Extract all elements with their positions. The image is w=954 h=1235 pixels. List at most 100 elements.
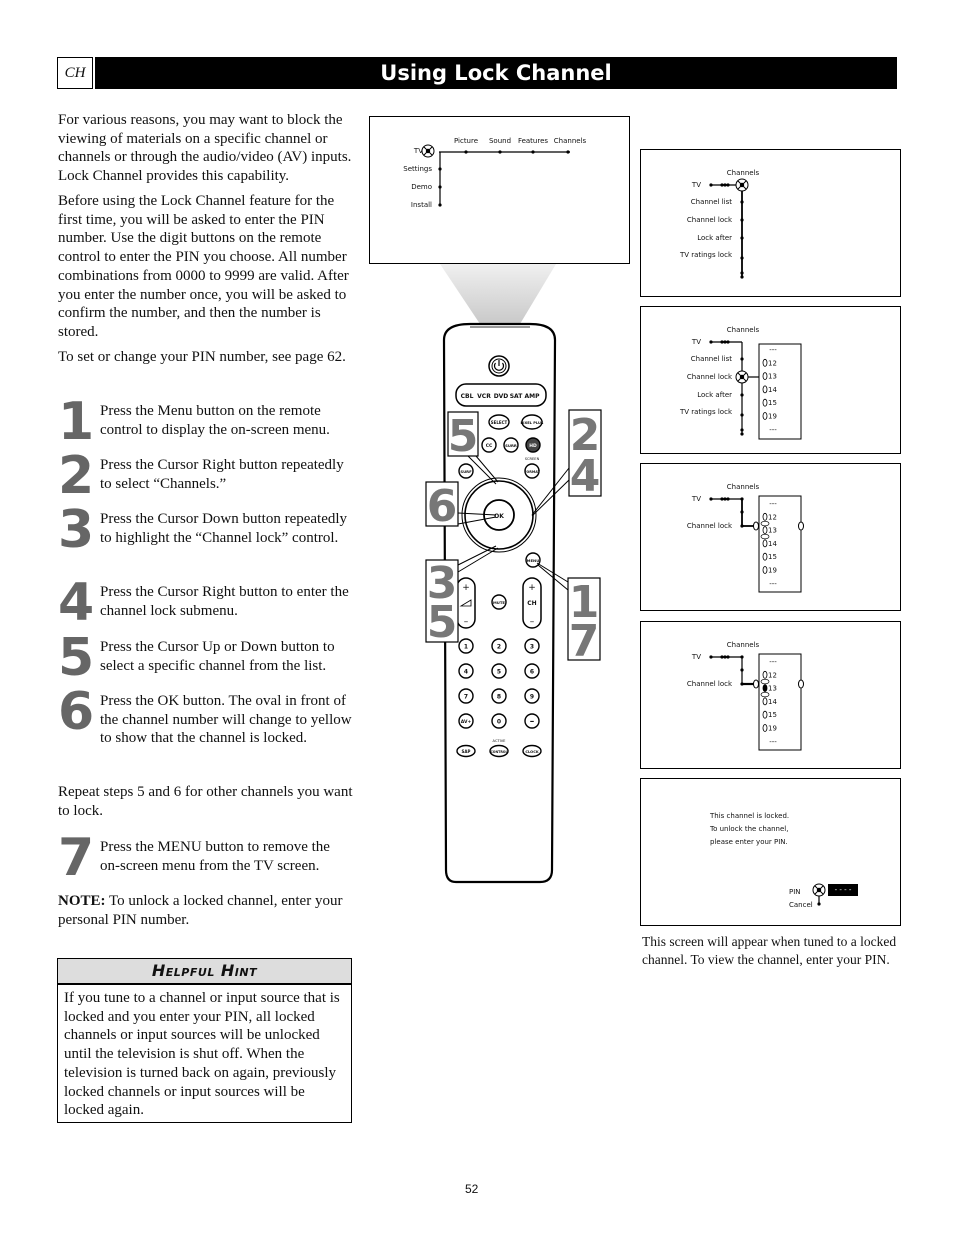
channel-lock-diagram: TV Channels Channel list Channel lock Lo…: [679, 326, 802, 440]
digit-0-button[interactable]: 0: [491, 713, 507, 729]
intro-paragraph: To set or change your PIN number, see pa…: [58, 349, 346, 365]
menu-root: TV: [413, 147, 423, 155]
sap-button[interactable]: SAP: [456, 744, 476, 758]
svg-text:MENU: MENU: [527, 558, 540, 563]
svg-text:15: 15: [768, 711, 777, 719]
volume-down-icon: –: [464, 617, 469, 627]
cc-button[interactable]: CC: [481, 437, 497, 453]
digit-9-button[interactable]: 9: [524, 688, 540, 704]
svg-text:MUTE: MUTE: [493, 600, 505, 605]
side-menu-item: Install: [411, 201, 442, 209]
step-number: 7: [58, 828, 94, 888]
digit-7-button[interactable]: 7: [458, 688, 474, 704]
digit-1-button[interactable]: 1: [458, 638, 474, 654]
locked-message-line: This channel is locked.: [709, 812, 789, 820]
av-button[interactable]: AV+: [458, 713, 474, 729]
unlocked-oval: [762, 566, 768, 574]
channel-up-icon: +: [528, 583, 536, 593]
unlocked-oval: [762, 398, 768, 407]
step-text: Press the Cursor Right button to enter t…: [100, 584, 349, 619]
hint-text: If you tune to a channel or input source…: [64, 990, 340, 1119]
svg-text:8: 8: [497, 694, 501, 701]
source-amp[interactable]: AMP: [524, 393, 540, 400]
channels-menu-item: Lock after: [697, 234, 744, 242]
select-button[interactable]: SELECT: [488, 414, 510, 430]
svg-text:SELECT: SELECT: [491, 420, 508, 425]
svg-text:14: 14: [768, 386, 777, 394]
channels-menu-item: Lock after: [697, 391, 732, 399]
unlocked-oval: [762, 552, 768, 561]
svg-text:19: 19: [768, 413, 777, 421]
channels-menu-item: TV ratings lock: [679, 251, 744, 260]
svg-text:---: ---: [769, 500, 777, 508]
clock-button[interactable]: CLOCK: [522, 744, 542, 758]
unlocked-oval: [762, 385, 768, 394]
svg-text:SURR: SURR: [505, 443, 517, 448]
digit-3-button[interactable]: 3: [524, 638, 540, 654]
channel-locked-diagram: TV Channels Channel lock --- 12 13 14 15 19 --…: [687, 641, 804, 751]
menu-button[interactable]: MENU: [525, 552, 541, 568]
menu-root: TV: [691, 495, 701, 503]
digit-5-button[interactable]: 5: [491, 663, 507, 679]
channel-list-ellipsis: ---: [769, 658, 777, 666]
svg-text:---: ---: [769, 346, 777, 354]
svg-text:6: 6: [427, 481, 458, 532]
channel-list-item: 12: [762, 670, 777, 679]
unlocked-oval: [762, 512, 768, 521]
channel-lock-label: Channel lock: [687, 680, 733, 688]
step-number: 3: [58, 500, 94, 560]
step-number: 2: [58, 446, 94, 506]
step-number: 5: [58, 628, 94, 688]
step-text: Press the Cursor Down button repeatedly …: [100, 511, 348, 546]
digit-6-button[interactable]: 6: [524, 663, 540, 679]
svg-text:19: 19: [768, 725, 777, 733]
svg-text:TV ratings lock: TV ratings lock: [679, 251, 733, 259]
svg-text:4: 4: [570, 451, 601, 502]
svg-text:13: 13: [768, 527, 777, 535]
channel-list-ellipsis: ---: [769, 426, 777, 434]
active-control-button[interactable]: CONTROL: [489, 744, 509, 758]
source-cbl[interactable]: CBL: [461, 393, 474, 400]
channel-label: CH: [527, 600, 536, 607]
unlocked-oval: [762, 539, 768, 548]
power-button[interactable]: [488, 355, 510, 377]
digit-4-button[interactable]: 4: [458, 663, 474, 679]
unlocked-oval: [762, 724, 768, 732]
svg-text:14: 14: [768, 540, 777, 548]
svg-text:Demo: Demo: [411, 183, 432, 191]
dash-button[interactable]: –: [524, 713, 540, 729]
mute-button[interactable]: MUTE: [491, 594, 507, 610]
svg-text:13: 13: [768, 373, 777, 381]
intro-paragraph: Before using the Lock Channel feature fo…: [58, 193, 349, 340]
svg-text:1: 1: [464, 644, 468, 651]
channel-lock-label: Channel lock: [687, 522, 733, 530]
svg-text:CLOCK: CLOCK: [525, 750, 538, 754]
channel-list-item: 14: [762, 385, 777, 394]
pin-screen-caption: This screen will appear when tuned to a …: [642, 934, 897, 967]
svg-text:Features: Features: [518, 137, 548, 145]
channels-menu-item: Channel list: [691, 355, 733, 363]
svg-text:CC: CC: [486, 443, 493, 449]
svg-text:Channels: Channels: [554, 137, 587, 145]
surf-button[interactable]: SURF: [458, 463, 474, 479]
source-vcr[interactable]: VCR: [477, 393, 491, 400]
source-sat[interactable]: SAT: [510, 393, 523, 400]
surr-button[interactable]: SURR: [503, 437, 519, 453]
main-menu-diagram: TV Picture Sound Features Channels Setti…: [403, 137, 587, 209]
unlocked-oval: [762, 710, 768, 719]
svg-text:---: ---: [769, 426, 777, 434]
svg-text:SAP: SAP: [462, 749, 471, 754]
digit-8-button[interactable]: 8: [491, 688, 507, 704]
hd-button[interactable]: HD: [525, 437, 541, 453]
digit-2-button[interactable]: 2: [491, 638, 507, 654]
menu-root: TV: [691, 653, 701, 661]
svg-text:FORMAT: FORMAT: [524, 470, 541, 474]
svg-text:Channel lock: Channel lock: [687, 216, 733, 224]
channel-list-ellipsis: ---: [769, 738, 777, 746]
svg-text:3: 3: [530, 644, 534, 651]
cursor-up-icon: [760, 678, 770, 685]
source-dvd[interactable]: DVD: [494, 393, 509, 400]
channels-menu-diagram: TV Channels Channel list Channel lock Lo…: [679, 169, 760, 279]
svg-text:15: 15: [768, 553, 777, 561]
svg-text:HD: HD: [529, 443, 537, 449]
